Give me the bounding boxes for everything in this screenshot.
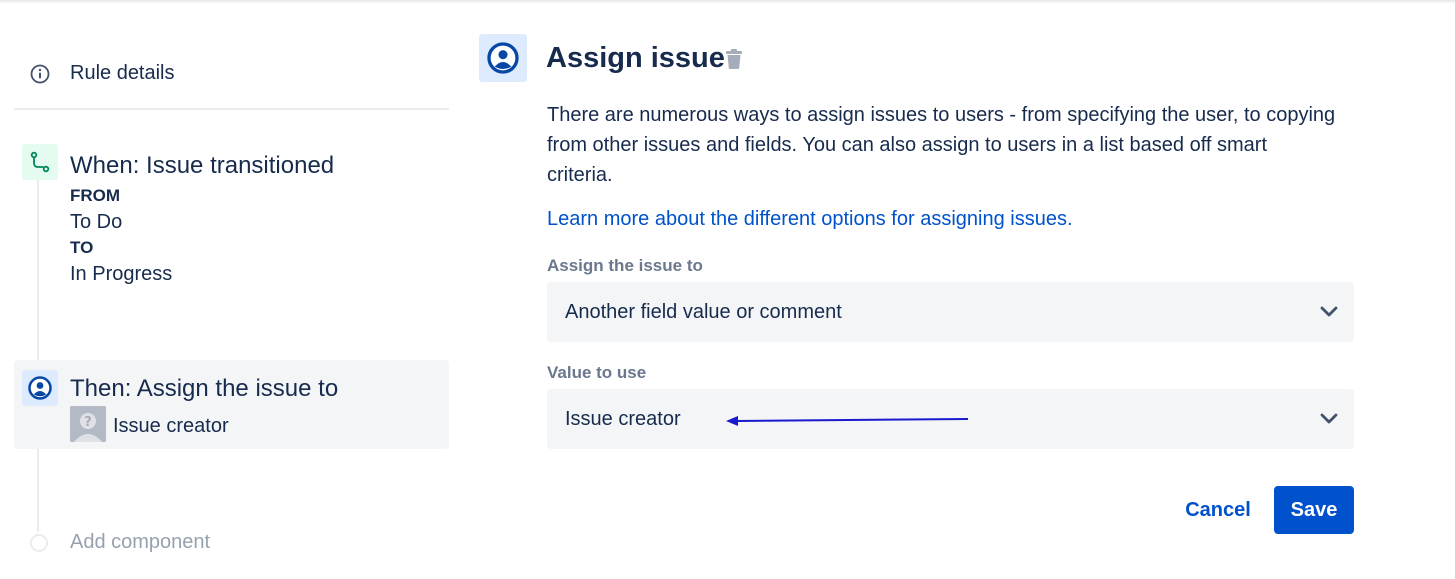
- rule-details-label: Rule details: [70, 62, 175, 84]
- action-component[interactable]: Then: Assign the issue to ? Issue creato…: [14, 360, 449, 449]
- assign-to-value: Another field value or comment: [565, 301, 842, 323]
- rule-details-item[interactable]: Rule details: [14, 55, 449, 95]
- assignee-label: Issue creator: [113, 415, 229, 437]
- trigger-from-value: To Do: [70, 211, 123, 233]
- top-shadow: [0, 0, 1455, 4]
- chevron-down-icon: [1320, 413, 1338, 424]
- learn-more-link[interactable]: Learn more about the different options f…: [547, 208, 1073, 231]
- action-title: Then: Assign the issue to: [70, 375, 339, 402]
- info-icon: [30, 64, 50, 84]
- add-component-item[interactable]: Add component: [14, 528, 449, 560]
- svg-text:?: ?: [84, 415, 92, 430]
- save-button[interactable]: Save: [1274, 486, 1354, 534]
- transition-icon: [22, 144, 58, 180]
- user-circle-icon: [479, 34, 527, 82]
- assign-to-label: Assign the issue to: [547, 256, 703, 275]
- add-component-dot: [30, 534, 48, 552]
- assign-to-select[interactable]: Another field value or comment: [547, 282, 1354, 342]
- value-to-use-value: Issue creator: [565, 408, 681, 430]
- trigger-to-value: In Progress: [70, 263, 173, 285]
- annotation-arrow: [726, 416, 969, 426]
- user-circle-icon: [22, 370, 58, 406]
- trigger-component[interactable]: When: Issue transitioned FROM To Do TO I…: [14, 140, 449, 290]
- trash-icon[interactable]: [724, 48, 744, 70]
- trigger-title: When: Issue transitioned: [70, 152, 335, 179]
- cancel-button[interactable]: Cancel: [1170, 486, 1266, 534]
- sidebar-divider: [14, 108, 449, 110]
- page-title: Assign issue: [546, 42, 725, 74]
- description: There are numerous ways to assign issues…: [547, 104, 1336, 186]
- trigger-to-label: TO: [70, 238, 94, 257]
- trigger-from-label: FROM: [70, 186, 121, 205]
- add-component-label: Add component: [70, 531, 211, 553]
- value-to-use-label: Value to use: [547, 363, 647, 382]
- avatar: ?: [70, 406, 106, 442]
- chevron-down-icon: [1320, 306, 1338, 317]
